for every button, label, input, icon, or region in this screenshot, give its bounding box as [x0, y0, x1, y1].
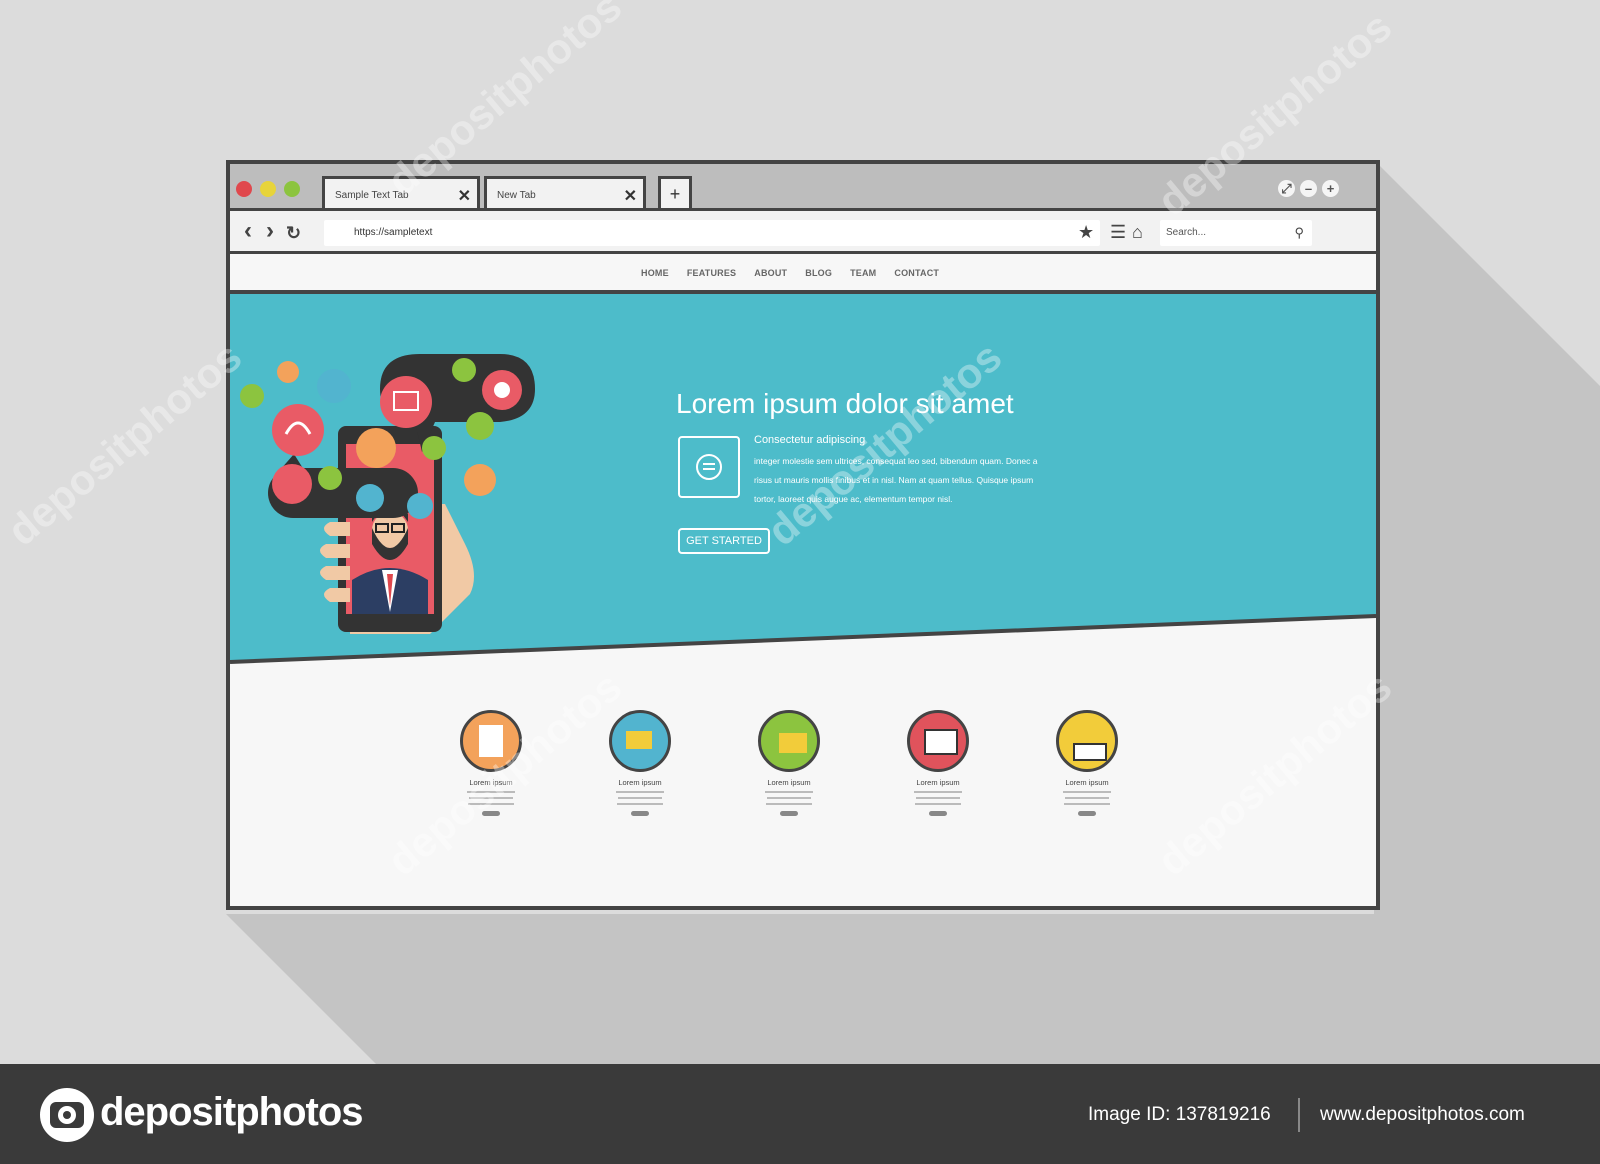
menu-icon[interactable]: ☰: [1110, 222, 1126, 243]
feature-text-line: [1064, 803, 1110, 805]
feature-text-line: [1065, 797, 1109, 799]
document-search-icon: [460, 710, 522, 772]
feature-text-line: [916, 797, 960, 799]
feature-label: Lorem ipsum: [767, 778, 811, 787]
tab-close-icon[interactable]: ✕: [458, 186, 471, 206]
bookmark-star-icon[interactable]: ★: [1078, 222, 1094, 243]
feature-text-line: [766, 803, 812, 805]
feature-text-line: [617, 803, 663, 805]
tab-label: New Tab: [497, 190, 536, 201]
title-bar: Sample Text Tab ✕ New Tab ✕ + ⤢ – +: [230, 164, 1376, 210]
feature-text-line: [914, 791, 962, 793]
feature-item: Lorem ipsum: [888, 710, 988, 816]
feature-text-line: [616, 791, 664, 793]
feature-text-line: [469, 797, 513, 799]
maximize-window-icon[interactable]: +: [1322, 180, 1339, 197]
get-started-button[interactable]: GET STARTED: [678, 528, 770, 554]
tab-new[interactable]: New Tab ✕: [484, 176, 646, 210]
feature-text-line: [915, 803, 961, 805]
read-more-button[interactable]: [780, 811, 798, 816]
page-viewport: HOME FEATURES ABOUT BLOG TEAM CONTACT Lo…: [230, 254, 1376, 906]
feature-item: Lorem ipsum: [739, 710, 839, 816]
nav-home[interactable]: HOME: [641, 268, 669, 278]
search-placeholder: Search...: [1166, 227, 1207, 238]
nav-features[interactable]: FEATURES: [687, 268, 736, 278]
search-input[interactable]: Search... ⚲: [1160, 220, 1312, 246]
tab-label: Sample Text Tab: [335, 190, 409, 201]
feature-text-line: [765, 791, 813, 793]
search-icon[interactable]: ⚲: [1294, 220, 1304, 246]
nav-contact[interactable]: CONTACT: [894, 268, 939, 278]
folder-calculator-icon: [758, 710, 820, 772]
address-bar[interactable]: https://sampletext: [324, 220, 1100, 246]
feature-label: Lorem ipsum: [916, 778, 960, 787]
feature-text-line: [468, 803, 514, 805]
hero-body: integer molestie sem ultrices, consequat…: [754, 456, 1038, 504]
tab-close-icon[interactable]: ✕: [624, 186, 637, 206]
features-section: Lorem ipsum Lorem ipsum Lorem ipsum Lore…: [230, 684, 1376, 906]
new-tab-button[interactable]: +: [658, 176, 692, 210]
camera-lens-center: [63, 1111, 71, 1119]
feature-text-line: [467, 791, 515, 793]
zoom-window-dot[interactable]: [284, 181, 300, 197]
hero-subtitle: Consectetur adipiscing: [754, 434, 866, 446]
divider: [1298, 1098, 1300, 1132]
home-icon[interactable]: ⌂: [1132, 222, 1143, 243]
feature-item: Lorem ipsum: [441, 710, 541, 816]
feature-text-line: [767, 797, 811, 799]
restore-window-icon[interactable]: ⤢: [1278, 180, 1295, 197]
hero-section: Lorem ipsum dolor sit amet Consectetur a…: [230, 294, 1376, 684]
brand-name: depositphotos: [100, 1090, 364, 1134]
feature-label: Lorem ipsum: [618, 778, 662, 787]
minimize-window-dot[interactable]: [260, 181, 276, 197]
feature-text-line: [618, 797, 662, 799]
nav-blog[interactable]: BLOG: [805, 268, 832, 278]
read-more-button[interactable]: [631, 811, 649, 816]
mail-coffee-icon: [609, 710, 671, 772]
back-icon[interactable]: ‹: [244, 217, 252, 245]
watermark: depositphotos: [0, 332, 251, 555]
website-link[interactable]: www.depositphotos.com: [1320, 1104, 1525, 1126]
footer-bar: depositphotos Image ID: 137819216 www.de…: [0, 1064, 1600, 1164]
chat-bubble-icon: [678, 436, 740, 498]
browser-window: Sample Text Tab ✕ New Tab ✕ + ⤢ – + ‹ › …: [226, 160, 1380, 910]
browser-toolbar: ‹ › ↻ https://sampletext ★ ☰ ⌂ Search...…: [230, 208, 1376, 254]
feature-label: Lorem ipsum: [1065, 778, 1109, 787]
books-apple-icon: [1056, 710, 1118, 772]
feature-item: Lorem ipsum: [1037, 710, 1137, 816]
minimize-window-icon[interactable]: –: [1300, 180, 1317, 197]
feature-text-line: [1063, 791, 1111, 793]
close-window-dot[interactable]: [236, 181, 252, 197]
nav-team[interactable]: TEAM: [850, 268, 876, 278]
feature-label: Lorem ipsum: [469, 778, 513, 787]
hero-title: Lorem ipsum dolor sit amet: [676, 388, 1014, 419]
nav-about[interactable]: ABOUT: [754, 268, 787, 278]
feature-item: Lorem ipsum: [590, 710, 690, 816]
read-more-button[interactable]: [929, 811, 947, 816]
read-more-button[interactable]: [1078, 811, 1096, 816]
computer-idea-icon: [907, 710, 969, 772]
site-nav: HOME FEATURES ABOUT BLOG TEAM CONTACT: [230, 254, 1376, 294]
image-id: Image ID: 137819216: [1088, 1104, 1271, 1125]
forward-icon[interactable]: ›: [266, 217, 274, 245]
reload-icon[interactable]: ↻: [286, 223, 301, 244]
read-more-button[interactable]: [482, 811, 500, 816]
tab-sample-text[interactable]: Sample Text Tab ✕: [322, 176, 480, 210]
